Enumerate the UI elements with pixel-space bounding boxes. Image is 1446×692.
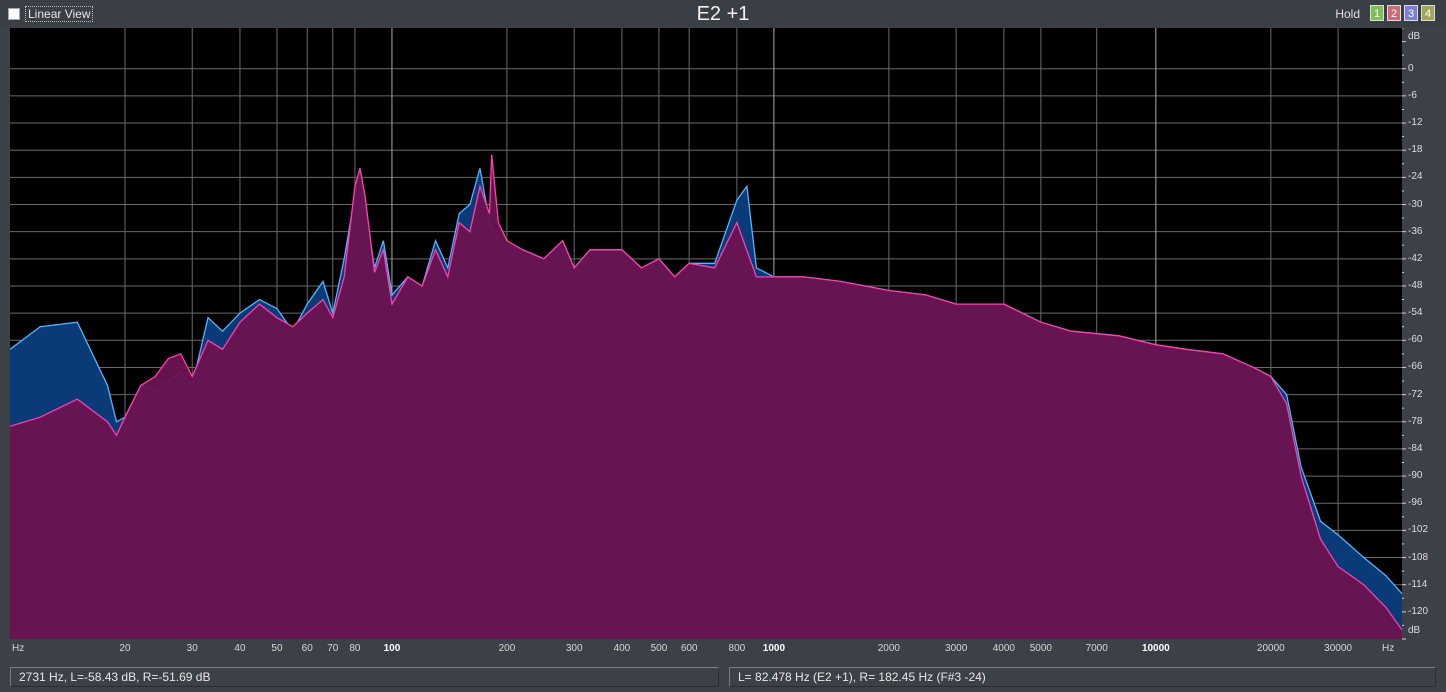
db-tick-label: dB — [1408, 31, 1421, 42]
db-tick-label: -84 — [1408, 442, 1423, 454]
hz-tick-label: 5000 — [1029, 643, 1052, 654]
hz-tick-label: 40 — [234, 643, 246, 654]
db-tick-label: -60 — [1408, 334, 1423, 346]
hz-tick-label: 500 — [650, 643, 668, 654]
hz-tick-label: 800 — [728, 643, 746, 654]
hold-label: Hold — [1335, 7, 1360, 21]
hz-tick-label: 20000 — [1256, 643, 1285, 654]
db-tick-label: 0 — [1408, 62, 1414, 74]
db-tick-label: -6 — [1408, 89, 1417, 101]
cursor-readout: 2731 Hz, L=-58.43 dB, R=-51.69 dB — [10, 667, 719, 687]
hz-tick-label: 60 — [301, 643, 313, 654]
hz-tick-label: 4000 — [992, 643, 1015, 654]
spectrum-chart[interactable] — [10, 28, 1402, 639]
db-tick-label: -72 — [1408, 388, 1423, 400]
hz-tick-label: 7000 — [1085, 643, 1108, 654]
db-tick-label: -54 — [1408, 307, 1423, 319]
hold-button-3[interactable]: 3 — [1404, 5, 1418, 21]
status-bar: 2731 Hz, L=-58.43 dB, R=-51.69 dB L= 82.… — [0, 662, 1446, 692]
hz-tick-label: 30000 — [1324, 643, 1352, 654]
hz-tick-label: 300 — [565, 643, 583, 654]
hz-tick-label: 600 — [680, 643, 698, 654]
hold-button-2[interactable]: 2 — [1387, 5, 1401, 21]
hz-tick-label: 400 — [613, 643, 631, 654]
hz-tick-label: 80 — [349, 643, 361, 654]
hz-tick-label: 100 — [383, 643, 401, 654]
db-tick-label: -108 — [1408, 551, 1429, 563]
hz-tick-label: 50 — [271, 643, 283, 654]
top-toolbar: Linear View E2 +1 Hold 1 2 3 4 — [0, 0, 1446, 27]
db-tick-label: -12 — [1408, 117, 1423, 129]
hz-tick-label: 20 — [119, 643, 131, 654]
hz-tick-label: 70 — [327, 643, 339, 654]
db-tick-label: -96 — [1408, 497, 1423, 509]
note-title: E2 +1 — [696, 3, 750, 25]
hz-tick-label: 10000 — [1141, 643, 1170, 654]
spectrum-plot-area[interactable] — [10, 28, 1402, 660]
frequency-axis: Hz 20 30 40 50 60 70 80 100 200 300 400 500 600 800 100… — [10, 639, 1402, 660]
db-tick-label: -102 — [1408, 524, 1429, 536]
db-tick-label: -18 — [1408, 144, 1423, 156]
hz-tick-label: Hz — [12, 643, 25, 654]
hold-button-1[interactable]: 1 — [1370, 5, 1384, 21]
hz-tick-label: Hz — [1382, 643, 1395, 654]
hz-tick-label: 2000 — [877, 643, 900, 654]
db-tick-label: -30 — [1408, 198, 1423, 210]
db-tick-label: -114 — [1408, 578, 1428, 590]
hold-button-4[interactable]: 4 — [1421, 5, 1435, 21]
db-tick-label: -42 — [1408, 252, 1423, 264]
hz-tick-label: 200 — [498, 643, 516, 654]
spectrum-area-r — [10, 154, 1402, 639]
db-tick-label: -90 — [1408, 470, 1423, 482]
hz-tick-label: 3000 — [945, 643, 968, 654]
db-tick-label: -66 — [1408, 361, 1423, 373]
peak-readout: L= 82.478 Hz (E2 +1), R= 182.45 Hz (F#3 … — [729, 667, 1436, 687]
db-axis: dB 0 -6 -12 -18 -24 -30 -36 -42 -48 -54 -60 -66 -72 -7… — [1402, 28, 1446, 660]
hz-tick-label: 30 — [186, 643, 198, 654]
db-tick-label: dB — [1408, 625, 1421, 636]
hz-tick-label: 1000 — [762, 643, 786, 654]
db-tick-label: -78 — [1408, 415, 1423, 427]
db-tick-label: -48 — [1408, 279, 1423, 291]
db-tick-label: -120 — [1408, 605, 1429, 617]
db-tick-label: -36 — [1408, 225, 1423, 237]
db-tick-label: -24 — [1408, 171, 1423, 183]
